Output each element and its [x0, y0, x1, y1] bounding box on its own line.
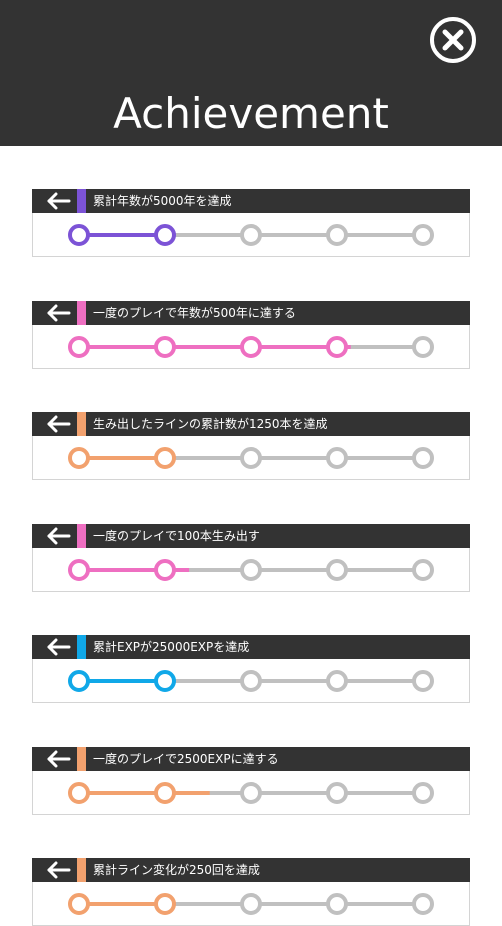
close-circle-icon	[430, 17, 476, 63]
milestone-node	[68, 447, 90, 469]
milestone-node	[154, 781, 176, 804]
achievement-title: 累計EXPが25000EXPを達成	[93, 640, 250, 654]
achievement-card: 累計年数が5000年を達成	[32, 189, 470, 257]
achievement-card: 累計EXPが25000EXPを達成	[32, 635, 470, 703]
milestone-node	[68, 670, 90, 692]
header-bar: Achievement	[0, 0, 502, 146]
arrow-left-icon[interactable]	[45, 861, 73, 879]
achievement-card: 生み出したラインの累計数が1250本を達成	[32, 412, 470, 480]
page-title: Achievement	[113, 89, 389, 138]
milestone-node	[154, 224, 176, 246]
achievement-progress-track	[32, 325, 470, 369]
milestone-node	[154, 335, 176, 358]
milestone-node	[240, 335, 262, 358]
milestone-node	[326, 670, 348, 692]
milestone-node	[412, 893, 434, 915]
achievement-title: 一度のプレイで100本生み出す	[93, 528, 260, 543]
achievement-progress-track	[32, 771, 470, 815]
achievement-title: 累計年数が5000年を達成	[93, 194, 232, 208]
achievement-title: 一度のプレイで年数が500年に達する	[93, 305, 296, 320]
achievement-card: 一度のプレイで2500EXPに達する	[32, 746, 470, 815]
milestone-node	[326, 335, 348, 358]
arrow-left-icon[interactable]	[45, 304, 73, 322]
milestone-node	[240, 224, 262, 246]
milestone-node	[326, 224, 348, 246]
achievement-title: 生み出したラインの累計数が1250本を達成	[93, 417, 328, 431]
achievement-card: 累計ライン変化が250回を達成	[32, 858, 470, 926]
achievement-progress-track	[32, 436, 470, 480]
progress-track-svg	[68, 447, 434, 469]
achievement-card: 一度のプレイで年数が500年に達する	[32, 300, 470, 369]
milestone-node	[68, 558, 90, 581]
arrow-left-icon[interactable]	[45, 750, 73, 768]
category-color-marker	[77, 746, 86, 771]
progress-track-svg	[68, 893, 434, 915]
category-color-marker	[77, 523, 86, 548]
arrow-left-icon[interactable]	[45, 192, 73, 210]
achievement-card: 一度のプレイで100本生み出す	[32, 523, 470, 592]
milestone-node	[240, 447, 262, 469]
achievement-header: 一度のプレイで100本生み出す	[32, 523, 470, 548]
milestone-node	[412, 781, 434, 804]
achievement-header: 累計年数が5000年を達成	[32, 189, 470, 213]
achievement-progress-track	[32, 882, 470, 926]
milestone-node	[240, 781, 262, 804]
milestone-node	[68, 224, 90, 246]
achievement-header: 累計ライン変化が250回を達成	[32, 858, 470, 882]
milestone-node	[154, 447, 176, 469]
milestone-node	[412, 224, 434, 246]
achievement-progress-track	[32, 213, 470, 257]
category-color-marker	[77, 189, 86, 213]
achievement-header: 累計EXPが25000EXPを達成	[32, 635, 470, 659]
milestone-node	[154, 893, 176, 915]
milestone-node	[412, 670, 434, 692]
achievement-title: 累計ライン変化が250回を達成	[93, 863, 260, 877]
close-button[interactable]	[429, 16, 477, 64]
milestone-node	[154, 670, 176, 692]
milestone-node	[240, 893, 262, 915]
progress-track-svg	[68, 224, 434, 246]
category-color-marker	[77, 300, 86, 325]
achievement-progress-track	[32, 548, 470, 592]
milestone-node	[326, 558, 348, 581]
milestone-node	[326, 781, 348, 804]
progress-track-svg	[68, 781, 434, 804]
progress-track-svg	[68, 558, 434, 581]
progress-track-svg	[68, 335, 434, 358]
milestone-node	[240, 670, 262, 692]
arrow-left-icon[interactable]	[45, 638, 73, 656]
milestone-node	[412, 447, 434, 469]
milestone-node	[154, 558, 176, 581]
milestone-node	[68, 335, 90, 358]
achievement-header: 一度のプレイで2500EXPに達する	[32, 746, 470, 771]
milestone-node	[68, 893, 90, 915]
arrow-left-icon[interactable]	[45, 415, 73, 433]
progress-track-svg	[68, 670, 434, 692]
milestone-node	[412, 335, 434, 358]
achievement-header: 一度のプレイで年数が500年に達する	[32, 300, 470, 325]
milestone-node	[412, 558, 434, 581]
achievement-header: 生み出したラインの累計数が1250本を達成	[32, 412, 470, 436]
arrow-left-icon[interactable]	[45, 527, 73, 545]
category-color-marker	[77, 412, 86, 436]
milestone-node	[240, 558, 262, 581]
milestone-node	[326, 893, 348, 915]
milestone-node	[326, 447, 348, 469]
achievement-title: 一度のプレイで2500EXPに達する	[93, 751, 279, 766]
achievement-progress-track	[32, 659, 470, 703]
milestone-node	[68, 781, 90, 804]
category-color-marker	[77, 635, 86, 659]
category-color-marker	[77, 858, 86, 882]
